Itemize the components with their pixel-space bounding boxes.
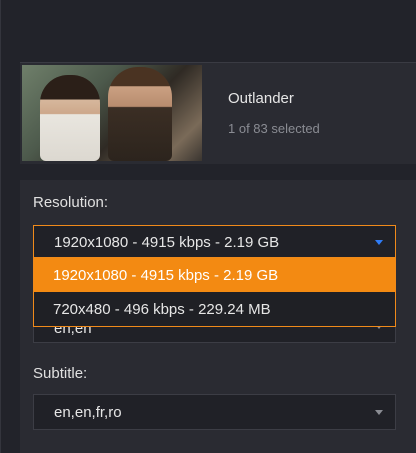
- poster-thumbnail: [22, 65, 202, 161]
- resolution-label: Resolution:: [33, 194, 109, 211]
- panel-divider: [0, 0, 1, 453]
- resolution-option-label: 1920x1080 - 4915 kbps - 2.19 GB: [53, 267, 279, 284]
- media-header: [20, 62, 416, 164]
- resolution-option-1080[interactable]: 1920x1080 - 4915 kbps - 2.19 GB: [34, 258, 395, 292]
- subtitle-label: Subtitle:: [33, 365, 88, 382]
- subtitle-select-value: en,en,fr,ro: [54, 404, 122, 421]
- resolution-dropdown-list: 1920x1080 - 4915 kbps - 2.19 GB 720x480 …: [33, 257, 396, 327]
- resolution-select[interactable]: 1920x1080 - 4915 kbps - 2.19 GB: [33, 225, 396, 259]
- media-title: Outlander: [228, 90, 294, 107]
- resolution-option-480[interactable]: 720x480 - 496 kbps - 229.24 MB: [34, 292, 395, 326]
- subtitle-select[interactable]: en,en,fr,ro: [33, 394, 396, 430]
- chevron-down-icon[interactable]: [375, 410, 383, 415]
- poster-figure-right: [108, 67, 172, 161]
- chevron-down-icon[interactable]: [375, 240, 383, 245]
- resolution-select-value: 1920x1080 - 4915 kbps - 2.19 GB: [54, 234, 280, 251]
- resolution-option-label: 720x480 - 496 kbps - 229.24 MB: [53, 301, 271, 318]
- poster-figure-left: [40, 75, 100, 161]
- selection-count: 1 of 83 selected: [228, 121, 320, 136]
